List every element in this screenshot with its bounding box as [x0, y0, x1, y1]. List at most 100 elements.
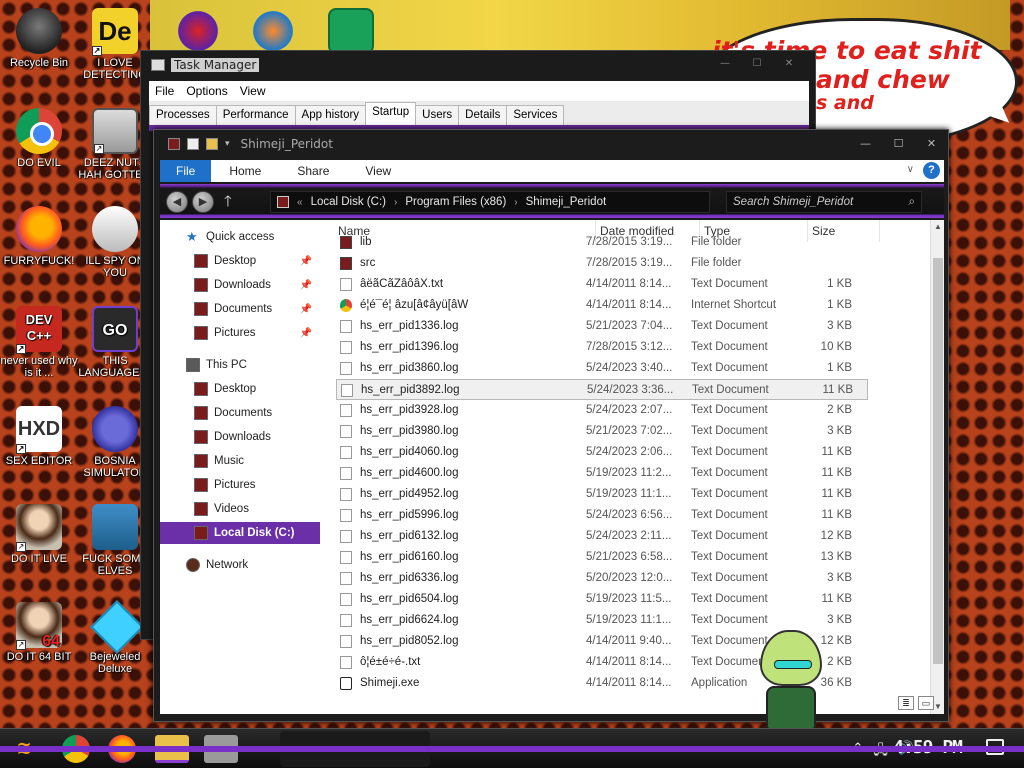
file-name: hs_err_pid6624.log [360, 614, 459, 626]
up-arrow-icon[interactable]: 🡑 [224, 191, 232, 213]
app-icon-red[interactable] [175, 8, 221, 54]
desktop-icon-do-it-64-bit[interactable]: 64 ↗ DO IT 64 BIT [0, 602, 78, 663]
menu-view[interactable]: View [234, 84, 272, 98]
nav-quick-downloads[interactable]: Downloads 📌 [160, 274, 320, 296]
tab-processes[interactable]: Processes [149, 105, 217, 125]
address-bar[interactable]: « Local Disk (C:) › Program Files (x86) … [270, 191, 710, 213]
desktop-icon-recycle-bin[interactable]: Recycle Bin [0, 8, 78, 69]
peridot-shimeji-character[interactable] [752, 630, 832, 730]
file-type: File folder [691, 257, 742, 269]
breadcrumb-chevron-icon[interactable]: › [394, 197, 397, 208]
minimize-icon[interactable]: — [849, 134, 882, 154]
show-hidden-icons-icon[interactable]: ⌃ [852, 741, 863, 763]
file-row[interactable]: hs_err_pid4060.log 5/24/2023 2:06... Text … [336, 442, 868, 463]
file-row[interactable]: hs_err_pid5996.log 5/24/2023 6:56... Text … [336, 505, 868, 526]
file-row[interactable]: hs_err_pid4952.log 5/19/2023 11:1... Text … [336, 484, 868, 505]
file-row[interactable]: hs_err_pid6132.log 5/24/2023 2:11... Text … [336, 526, 868, 547]
nav-this-pc[interactable]: This PC [160, 354, 320, 376]
tab-performance[interactable]: Performance [215, 105, 296, 125]
desktop-icon-do-it-live[interactable]: ↗ DO IT LIVE [0, 504, 78, 565]
properties-icon[interactable] [187, 138, 199, 150]
nav-pc-desktop[interactable]: Desktop [160, 378, 320, 400]
tab-startup[interactable]: Startup [365, 102, 417, 125]
desktop-icon-do-evil[interactable]: DO EVIL [0, 108, 78, 169]
desktop-icon-never-used[interactable]: DEV C++ ↗ never used why is it ... [0, 306, 78, 379]
nav-pc-videos[interactable]: Videos [160, 498, 320, 520]
breadcrumb-local-disk[interactable]: Local Disk (C:) [311, 196, 386, 208]
breadcrumb-shimeji-peridot[interactable]: Shimeji_Peridot [526, 196, 607, 208]
ribbon-home-tab[interactable]: Home [211, 164, 279, 178]
breadcrumb-chevron-icon[interactable]: « [297, 197, 303, 208]
menu-options[interactable]: Options [180, 84, 233, 98]
breadcrumb-program-files[interactable]: Program Files (x86) [405, 196, 506, 208]
file-row[interactable]: hs_err_pid3860.log 5/24/2023 3:40... Text … [336, 358, 868, 379]
nav-pc-music[interactable]: Music [160, 450, 320, 472]
breadcrumb-chevron-icon[interactable]: › [514, 197, 517, 208]
file-row[interactable]: hs_err_pid1336.log 5/21/2023 7:04... Text … [336, 316, 868, 337]
file-name: hs_err_pid4952.log [360, 488, 459, 500]
help-icon[interactable]: ? [923, 162, 940, 179]
close-icon[interactable]: ✕ [773, 55, 805, 73]
nav-local-disk[interactable]: Local Disk (C:) [160, 522, 320, 544]
file-row[interactable]: hs_err_pid1396.log 7/28/2015 3:12... Text … [336, 337, 868, 358]
file-row[interactable]: âëãCãZâôâX.txt 4/14/2011 8:14... Text Docu… [336, 274, 868, 295]
file-name: hs_err_pid4600.log [360, 467, 459, 479]
close-icon[interactable]: ✕ [915, 134, 948, 154]
nav-pc-documents[interactable]: Documents [160, 402, 320, 424]
new-folder-icon[interactable] [206, 138, 218, 150]
tab-details[interactable]: Details [458, 105, 508, 125]
nav-quick-documents[interactable]: Documents 📌 [160, 298, 320, 320]
details-view-icon[interactable]: ≣ [898, 696, 914, 710]
expand-ribbon-icon[interactable]: ∨ [907, 164, 914, 175]
customize-toolbar-icon[interactable]: ▾ [225, 139, 230, 149]
tab-users[interactable]: Users [415, 105, 460, 125]
file-row[interactable]: hs_err_pid4600.log 5/19/2023 11:2... Text … [336, 463, 868, 484]
nav-quick-access[interactable]: ★ Quick access [160, 226, 320, 248]
maximize-icon[interactable]: ☐ [741, 55, 773, 73]
file-name: hs_err_pid4060.log [360, 446, 459, 458]
folder-icon [340, 257, 352, 270]
scroll-up-icon[interactable]: ▲ [931, 220, 944, 234]
large-icons-view-icon[interactable]: ▭ [918, 696, 934, 710]
network-tray-icon[interactable]: 🖧 [873, 741, 888, 763]
nav-pc-pictures[interactable]: Pictures [160, 474, 320, 496]
search-icon[interactable]: ⌕ [909, 192, 915, 212]
nav-label: Downloads [214, 431, 271, 443]
minimize-icon[interactable]: — [709, 55, 741, 73]
desktop-icon-furryfuck[interactable]: FURRYFUCK! [0, 206, 78, 267]
file-row[interactable]: hs_err_pid3928.log 5/24/2023 2:07... Text … [336, 400, 868, 421]
file-row[interactable]: src 7/28/2015 3:19... File folder [336, 253, 868, 274]
desktop-icon-sex-editor[interactable]: HXD ↗ SEX EDITOR [0, 406, 78, 467]
file-row[interactable]: hs_err_pid3980.log 5/21/2023 7:02... Text … [336, 421, 868, 442]
app-icon-orange[interactable] [250, 8, 296, 54]
file-row[interactable]: hs_err_pid3892.log 5/24/2023 3:36... Text … [336, 379, 868, 400]
file-row[interactable]: hs_err_pid6160.log 5/21/2023 6:58... Text … [336, 547, 868, 568]
ribbon-share-tab[interactable]: Share [279, 164, 347, 178]
file-size: 11 KB [821, 509, 852, 521]
maximize-icon[interactable]: ☐ [882, 134, 915, 154]
back-icon[interactable]: ◀ [166, 191, 188, 213]
pin-icon: 📌 [299, 279, 312, 291]
ribbon-file-tab[interactable]: File [160, 160, 212, 182]
scrollbar-thumb[interactable] [933, 258, 943, 664]
tab-services[interactable]: Services [506, 105, 565, 125]
tab-app-history[interactable]: App history [294, 105, 367, 125]
forward-icon[interactable]: ▶ [192, 191, 214, 213]
file-row[interactable]: hs_err_pid6504.log 5/19/2023 11:5... Text … [336, 589, 868, 610]
nav-quick-desktop[interactable]: Desktop 📌 [160, 250, 320, 272]
app-icon-green[interactable] [328, 8, 374, 54]
file-row[interactable]: hs_err_pid6336.log 5/20/2023 12:0... Text … [336, 568, 868, 589]
nav-quick-pictures[interactable]: Pictures 📌 [160, 322, 320, 344]
vertical-scrollbar[interactable]: ▲ ▼ [930, 220, 944, 714]
menu-file[interactable]: File [149, 84, 180, 98]
file-date: 5/20/2023 12:0... [586, 572, 673, 584]
nav-network[interactable]: Network [160, 554, 320, 576]
file-row[interactable]: é¦é¯é¦ âzu[â¢âyü[âW 4/14/2011 8:14... Inte… [336, 295, 868, 316]
file-row[interactable]: hs_err_pid6624.log 5/19/2023 11:1... Text … [336, 610, 868, 631]
application-icon [340, 677, 352, 690]
nav-pc-downloads[interactable]: Downloads [160, 426, 320, 448]
text-document-icon [340, 278, 352, 291]
ribbon-view-tab[interactable]: View [347, 164, 409, 178]
file-row[interactable]: lib 7/28/2015 3:19... File folder [336, 232, 868, 253]
search-input[interactable]: Search Shimeji_Peridot ⌕ [726, 191, 922, 213]
